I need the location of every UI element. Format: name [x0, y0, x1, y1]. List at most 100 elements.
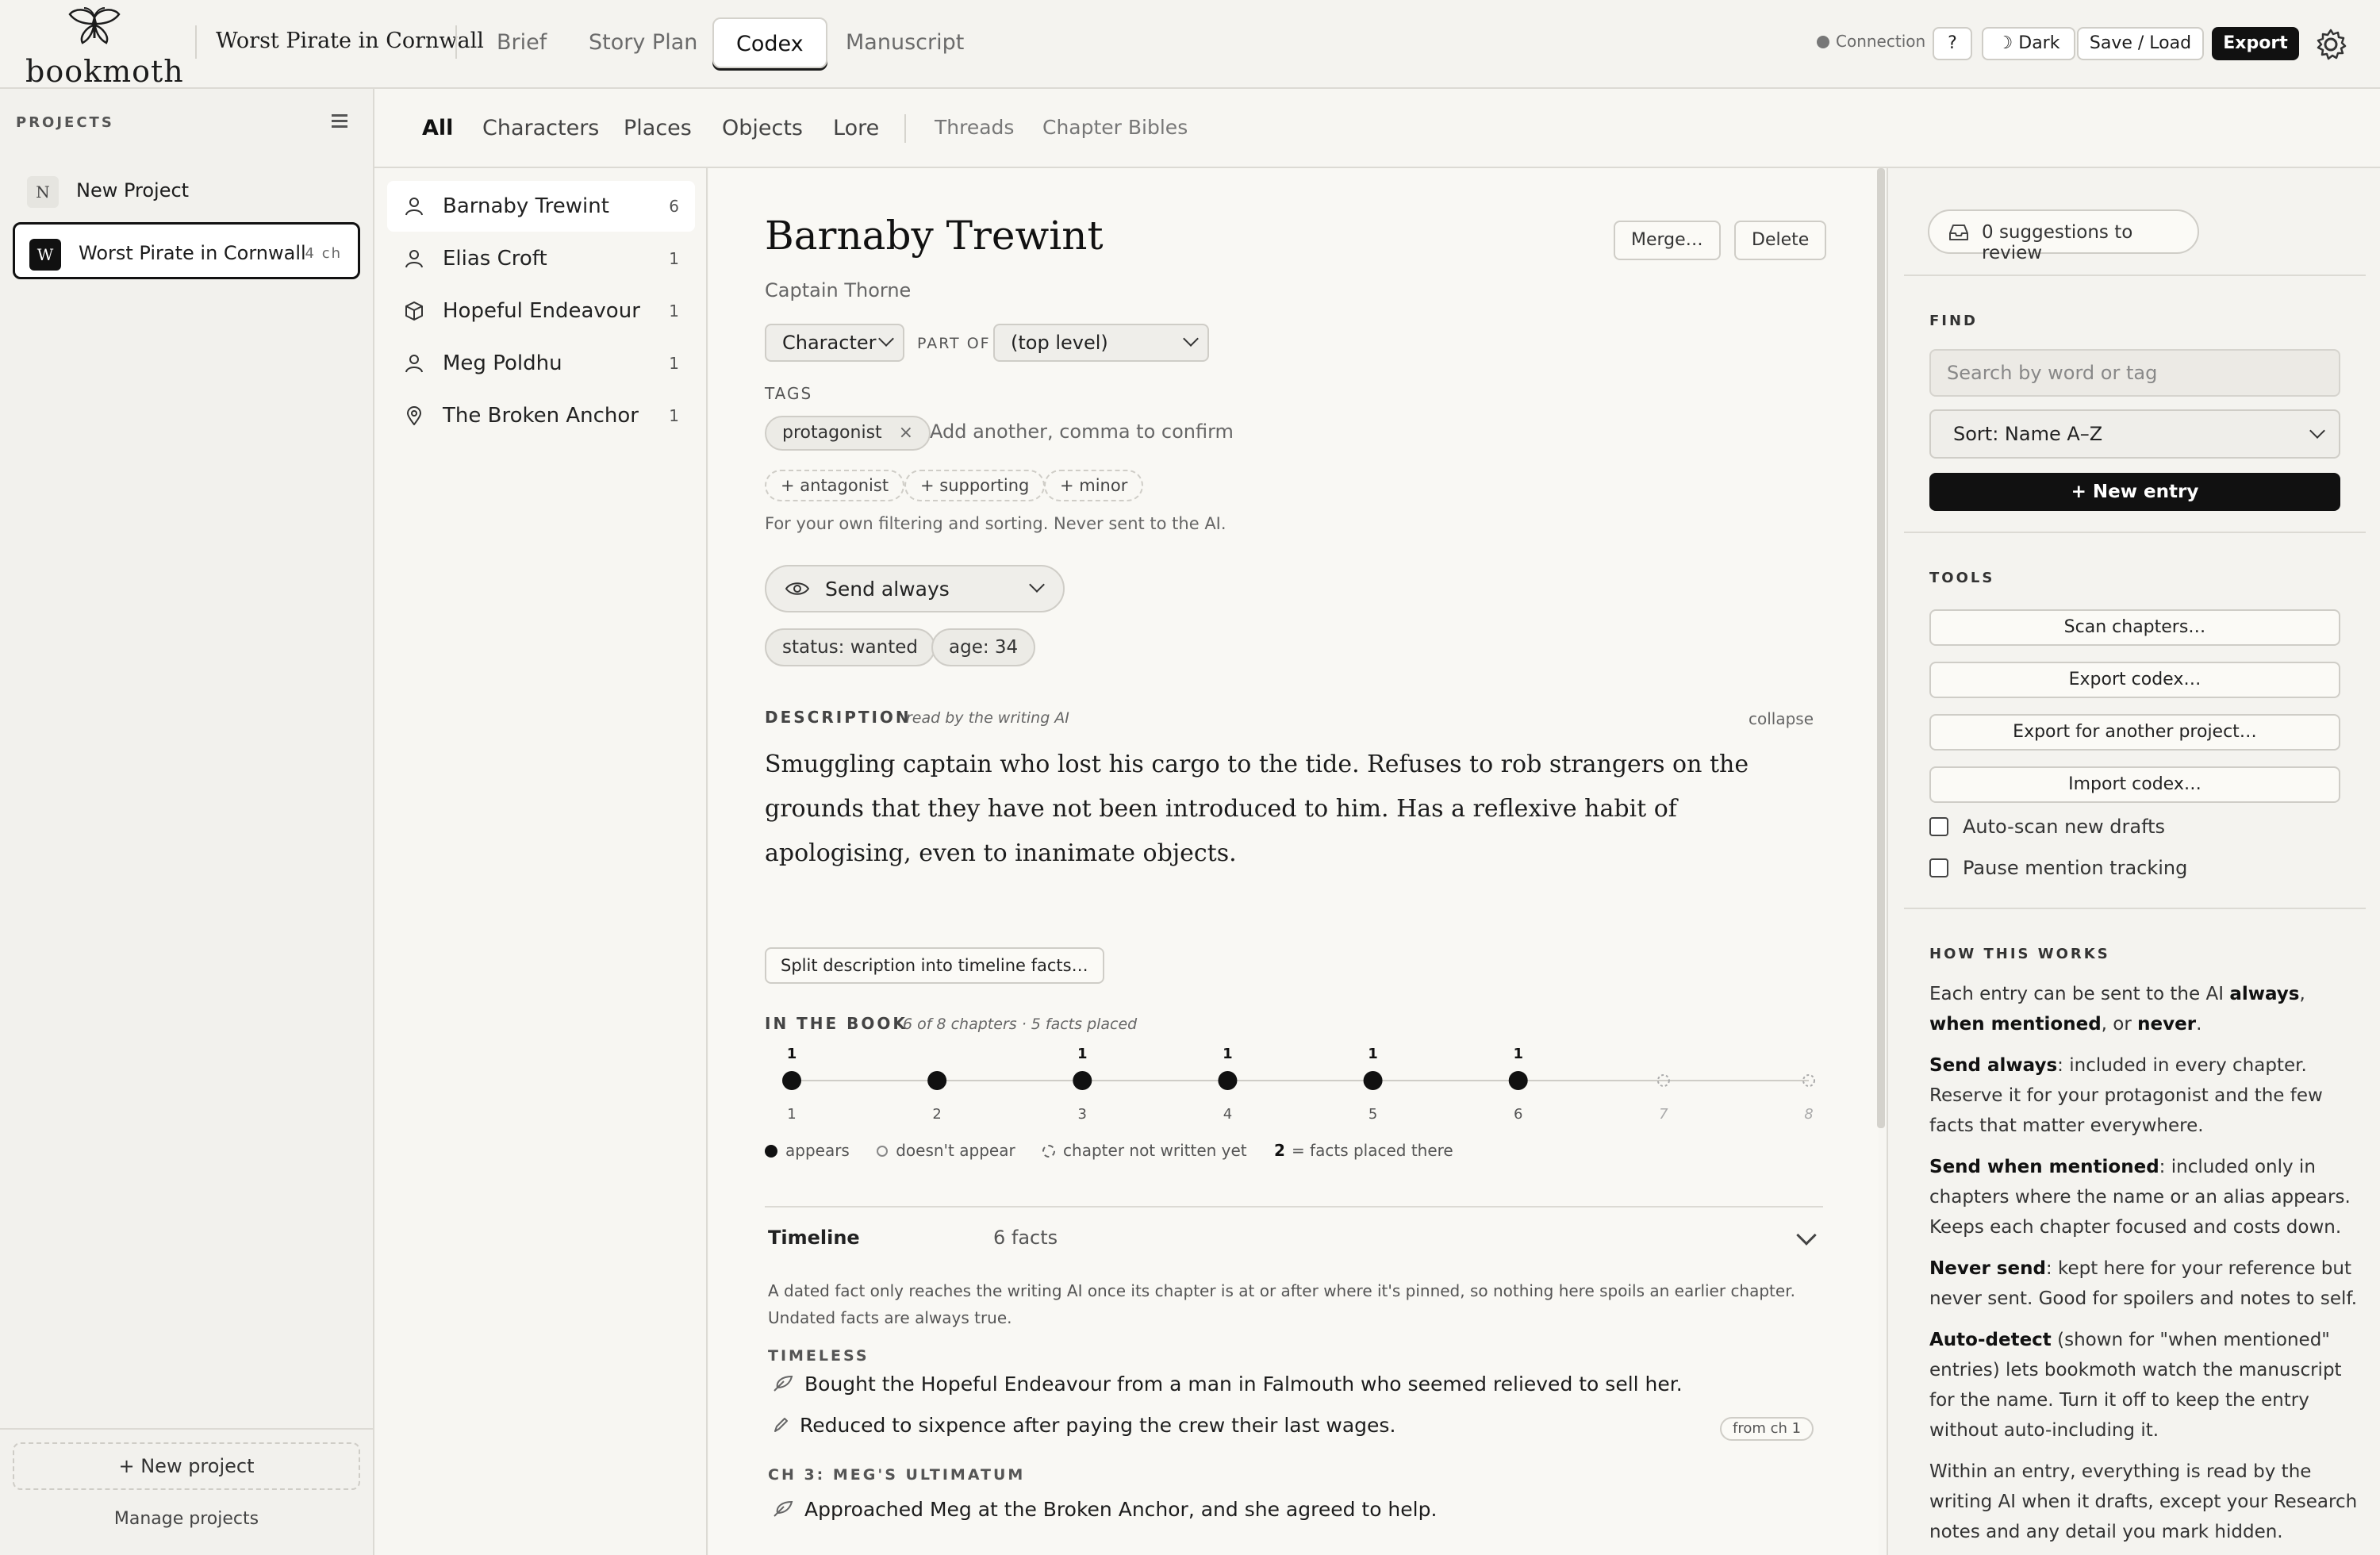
suggested-tag-antagonist[interactable]: + antagonist: [765, 470, 905, 501]
timeline-fact[interactable]: Approached Meg at the Broken Anchor, and…: [773, 1498, 1437, 1521]
settings-button[interactable]: [2313, 27, 2348, 62]
tag-input[interactable]: Add another, comma to confirm: [930, 420, 1234, 443]
description-text[interactable]: Smuggling captain who lost his cargo to …: [765, 743, 1820, 876]
connection-label: Connection: [1836, 32, 1926, 51]
save-load-button[interactable]: Save / Load: [2077, 27, 2204, 60]
project-item-new-project[interactable]: N New Project: [13, 162, 360, 219]
tab-codex[interactable]: Codex: [712, 17, 827, 68]
project-name: New Project: [76, 179, 190, 202]
export-codex-button[interactable]: Export codex…: [1929, 662, 2340, 698]
timeline-fact[interactable]: Reduced to sixpence after paying the cre…: [773, 1414, 1395, 1437]
export-other-project-button[interactable]: Export for another project…: [1929, 714, 2340, 751]
category-tab-places[interactable]: Places: [624, 116, 692, 140]
divider: [1904, 275, 2366, 276]
project-item-worst-pirate[interactable]: W Worst Pirate in Cornwall 4 ch: [13, 222, 360, 279]
category-tab-chapter-bibles[interactable]: Chapter Bibles: [1042, 116, 1188, 139]
help-button[interactable]: ?: [1933, 27, 1972, 60]
entry-name: Hopeful Endeavour: [443, 299, 640, 323]
scan-chapters-button[interactable]: Scan chapters…: [1929, 609, 2340, 646]
text: Each entry can be sent to the AI: [1929, 984, 2230, 1004]
chart-legend: appears doesn't appear chapter not writt…: [765, 1141, 1476, 1160]
app-logo[interactable]: bookmoth: [24, 6, 183, 89]
sort-value: Sort: Name A–Z: [1953, 423, 2103, 445]
collapse-link[interactable]: collapse: [1749, 709, 1814, 728]
inbox-icon: [1949, 225, 1968, 240]
chapter-tick-label: 4: [1223, 1106, 1232, 1123]
tab-story-plan[interactable]: Story Plan: [566, 17, 720, 68]
auto-scan-checkbox[interactable]: Auto-scan new drafts: [1929, 816, 2165, 838]
codex-tools-panel: 0 suggestions to review FIND Search by w…: [1887, 168, 2380, 1555]
delete-button[interactable]: Delete: [1734, 221, 1827, 260]
how-paragraph: Auto-detect (shown for "when mentioned" …: [1929, 1325, 2358, 1446]
suggested-tag-supporting[interactable]: + supporting: [904, 470, 1046, 501]
tag-label: protagonist: [782, 423, 882, 443]
tag-protagonist[interactable]: protagonist ×: [765, 416, 931, 451]
chapter-dot-appears[interactable]: [1218, 1071, 1238, 1090]
entry-count: 1: [669, 406, 679, 425]
category-tab-all[interactable]: All: [422, 116, 453, 140]
scrollbar[interactable]: [1877, 168, 1885, 1128]
chapter-dot-appears[interactable]: [782, 1071, 801, 1090]
chapter-dot-appears[interactable]: [1073, 1071, 1092, 1090]
text: ,: [2299, 984, 2305, 1004]
review-suggestions-button[interactable]: 0 suggestions to review: [1928, 209, 2199, 263]
legend-label: doesn't appear: [896, 1141, 1015, 1160]
how-paragraph: Each entry can be sent to the AI always,…: [1929, 979, 2358, 1039]
category-tab-characters[interactable]: Characters: [482, 116, 599, 140]
feather-icon: [774, 1375, 793, 1392]
entry-title[interactable]: Barnaby Trewint: [765, 213, 1104, 259]
sort-select[interactable]: Sort: Name A–Z: [1929, 409, 2340, 459]
divider: [1904, 532, 2366, 533]
chapter-dot-appears[interactable]: [1363, 1071, 1383, 1090]
filled-dot-icon: [765, 1145, 777, 1158]
category-tab-lore[interactable]: Lore: [833, 116, 879, 140]
chapter-tick-label: 6: [1514, 1106, 1522, 1123]
entry-meg-poldhu[interactable]: Meg Poldhu 1: [387, 338, 695, 389]
send-mode-select[interactable]: Send always: [765, 565, 1065, 612]
import-codex-button[interactable]: Import codex…: [1929, 766, 2340, 803]
pencil-icon: [774, 1418, 788, 1432]
new-entry-button[interactable]: + New entry: [1929, 473, 2340, 511]
empty-circle-icon: [877, 1146, 889, 1157]
legend-appears: appears: [765, 1141, 850, 1160]
chapter-3-label: CH 3: MEG'S ULTIMATUM: [768, 1466, 1026, 1484]
category-tab-objects[interactable]: Objects: [722, 116, 803, 140]
entry-elias-croft[interactable]: Elias Croft 1: [387, 233, 695, 284]
entry-alias[interactable]: Captain Thorne: [765, 279, 911, 301]
how-paragraph: Send when mentioned: included only in ch…: [1929, 1152, 2358, 1242]
pause-tracking-checkbox[interactable]: Pause mention tracking: [1929, 857, 2187, 879]
menu-icon[interactable]: [332, 114, 347, 129]
timeline-title[interactable]: Timeline: [768, 1227, 860, 1249]
split-description-button[interactable]: Split description into timeline facts…: [765, 947, 1104, 984]
merge-button[interactable]: Merge…: [1614, 221, 1721, 260]
chapter-dot-appears[interactable]: [927, 1071, 947, 1090]
part-of-select[interactable]: (top level): [993, 324, 1209, 362]
timeline-fact[interactable]: Bought the Hopeful Endeavour from a man …: [773, 1373, 1683, 1396]
chevron-down-icon[interactable]: [1796, 1225, 1817, 1246]
text: never: [2137, 1014, 2197, 1035]
attribute-status[interactable]: status: wanted: [765, 628, 935, 666]
suggested-tag-minor[interactable]: + minor: [1044, 470, 1144, 501]
dark-mode-button[interactable]: ☽ Dark: [1982, 27, 2075, 60]
search-input[interactable]: Search by word or tag: [1929, 349, 2340, 397]
chapter-presence-chart: 1 1 2 3 1 4 1 5 1 6 1 7 8: [782, 1046, 1815, 1123]
attribute-age[interactable]: age: 34: [931, 628, 1036, 666]
chapter-tick-label: 8: [1804, 1106, 1813, 1123]
legend-not-written: chapter not written yet: [1042, 1141, 1247, 1160]
manage-projects-link[interactable]: Manage projects: [0, 1509, 373, 1529]
export-button[interactable]: Export: [2212, 27, 2299, 60]
tab-brief[interactable]: Brief: [474, 17, 569, 68]
tab-manuscript[interactable]: Manuscript: [823, 17, 986, 68]
new-project-button[interactable]: + New project: [13, 1442, 360, 1490]
tag-remove-icon[interactable]: ×: [899, 423, 913, 443]
entry-hopeful-endeavour[interactable]: Hopeful Endeavour 1: [387, 286, 695, 336]
status-dot-icon: [1817, 36, 1829, 48]
category-tab-threads[interactable]: Threads: [935, 116, 1014, 139]
legend-label: = facts placed there: [1291, 1141, 1453, 1160]
entry-barnaby-trewint[interactable]: Barnaby Trewint 6: [387, 181, 695, 232]
connection-status[interactable]: Connection: [1817, 32, 1925, 51]
legend-facts: 2 = facts placed there: [1274, 1141, 1453, 1160]
type-select[interactable]: Character: [765, 324, 904, 362]
chapter-dot-appears[interactable]: [1508, 1071, 1528, 1090]
entry-the-broken-anchor[interactable]: The Broken Anchor 1: [387, 390, 695, 441]
